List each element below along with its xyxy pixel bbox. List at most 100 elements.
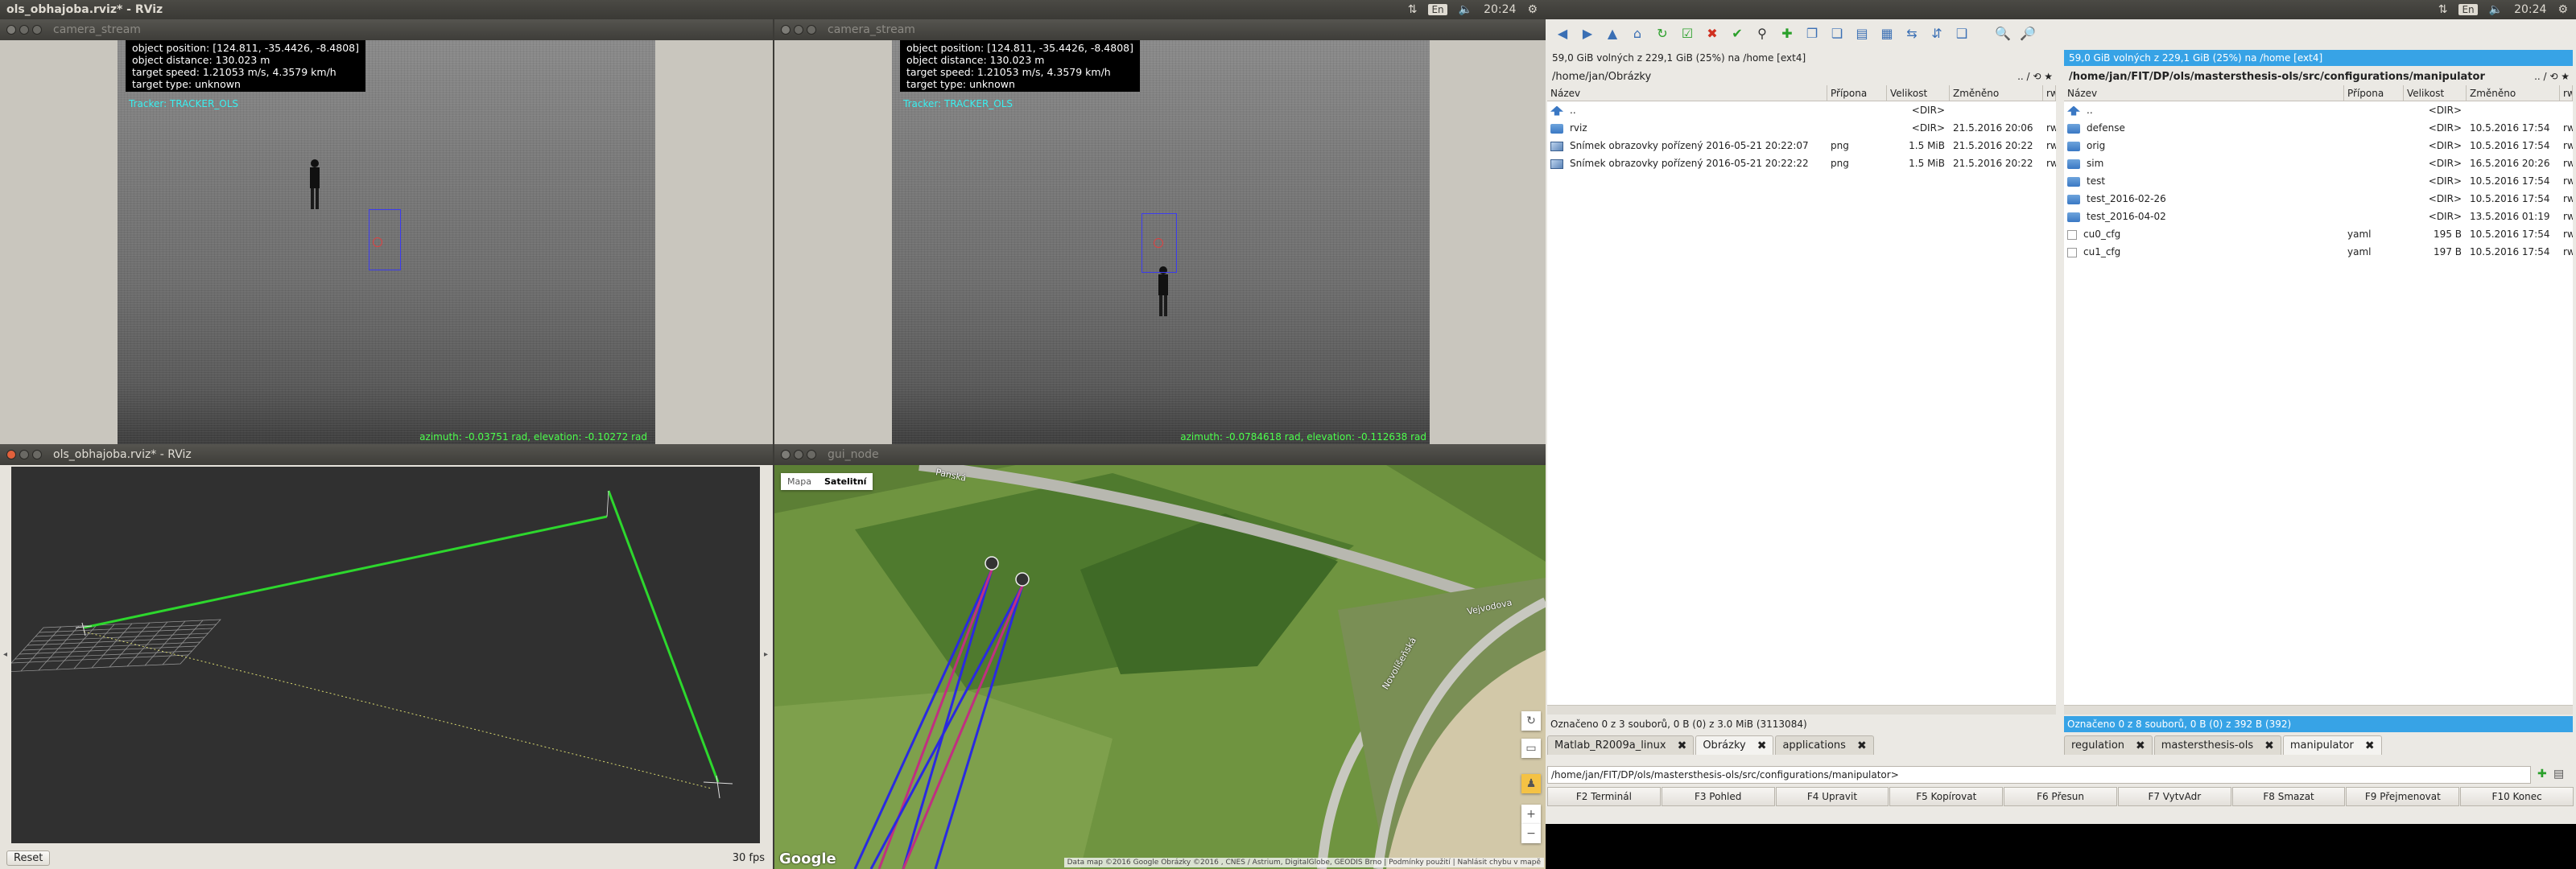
zoom-in-icon[interactable]: + bbox=[1521, 805, 1541, 824]
close-icon[interactable] bbox=[6, 25, 16, 35]
tilt-icon[interactable]: ▭ bbox=[1521, 739, 1541, 758]
col-ext[interactable]: Přípona bbox=[1827, 85, 1887, 101]
file-row[interactable]: orig <DIR> 10.5.2016 17:54 rw bbox=[2064, 137, 2573, 154]
minimize-icon[interactable] bbox=[19, 25, 29, 35]
network-icon[interactable]: ⇅ bbox=[2438, 3, 2448, 16]
settings-gear-icon[interactable]: ⚙ bbox=[2557, 3, 2568, 16]
close-tab-icon[interactable]: ✖ bbox=[1757, 739, 1767, 752]
new-file-icon[interactable]: ✚ bbox=[1777, 23, 1798, 43]
map-type-satellite-button[interactable]: Satelitní bbox=[818, 473, 873, 490]
col-size[interactable]: Velikost bbox=[1887, 85, 1950, 101]
tab-mastersthesis[interactable]: mastersthesis-ols ✖ bbox=[2153, 735, 2281, 755]
close-tab-icon[interactable]: ✖ bbox=[2365, 739, 2375, 752]
col-date[interactable]: Změněno bbox=[1950, 85, 2043, 101]
file-row[interactable]: Snímek obrazovky pořízený 2016-05-21 20:… bbox=[1547, 154, 2056, 172]
close-tab-icon[interactable]: ✖ bbox=[2264, 739, 2274, 752]
maximize-icon[interactable] bbox=[32, 450, 42, 459]
file-row[interactable]: test <DIR> 10.5.2016 17:54 rw bbox=[2064, 172, 2573, 190]
col-name[interactable]: Název bbox=[2064, 85, 2344, 101]
maximize-icon[interactable] bbox=[807, 25, 816, 35]
forward-icon[interactable]: ▶ bbox=[1577, 23, 1598, 43]
right-file-panel[interactable]: Název Přípona Velikost Změněno rw .. <DIR… bbox=[2064, 85, 2573, 705]
file-row[interactable]: cu1_cfg yaml 197 B 10.5.2016 17:54 rw bbox=[2064, 243, 2573, 261]
f10-quit-button[interactable]: F10 Konec bbox=[2460, 787, 2574, 806]
zoom-out-icon[interactable]: − bbox=[1521, 824, 1541, 843]
clipboard-icon[interactable]: ❑ bbox=[1951, 23, 1972, 43]
volume-icon[interactable]: 🔈 bbox=[1459, 3, 1472, 16]
close-icon[interactable] bbox=[6, 450, 16, 459]
close-icon[interactable] bbox=[781, 450, 791, 459]
terminal-icon[interactable]: ▤ bbox=[1852, 23, 1872, 43]
compare-icon[interactable]: ⇆ bbox=[1901, 23, 1922, 43]
select-all-icon[interactable]: ☑ bbox=[1677, 23, 1698, 43]
reset-button[interactable]: Reset bbox=[6, 850, 51, 866]
f9-rename-button[interactable]: F9 Přejmenovat bbox=[2346, 787, 2460, 806]
file-row[interactable]: cu0_cfg yaml 195 B 10.5.2016 17:54 rw bbox=[2064, 225, 2573, 243]
close-icon[interactable] bbox=[781, 25, 791, 35]
close-tab-icon[interactable]: ✖ bbox=[1678, 739, 1687, 752]
right-path-bar[interactable]: /home/jan/FIT/DP/ols/mastersthesis-ols/s… bbox=[2064, 68, 2573, 85]
home-icon[interactable]: ⌂ bbox=[1627, 23, 1648, 43]
clock[interactable]: 20:24 bbox=[1484, 3, 1516, 16]
f3-view-button[interactable]: F3 Pohled bbox=[1661, 787, 1775, 806]
f7-mkdir-button[interactable]: F7 VytvAdr bbox=[2117, 787, 2231, 806]
minimize-icon[interactable] bbox=[794, 25, 803, 35]
col-date[interactable]: Změněno bbox=[2467, 85, 2560, 101]
unselect-icon[interactable]: ✖ bbox=[1702, 23, 1723, 43]
copy-icon[interactable]: ❐ bbox=[1802, 23, 1823, 43]
file-row[interactable]: test_2016-02-26 <DIR> 10.5.2016 17:54 rw bbox=[2064, 190, 2573, 208]
f2-terminal-button[interactable]: F2 Terminál bbox=[1547, 787, 1661, 806]
map-type-map-button[interactable]: Mapa bbox=[781, 473, 818, 490]
satellite-map[interactable]: Panská Vejvodova Novolíšeňská Mapa Satel… bbox=[774, 465, 1546, 869]
map-attribution[interactable]: Data map ©2016 Google Obrázky ©2016 , CN… bbox=[1063, 858, 1544, 867]
search-files-icon[interactable]: ⚲ bbox=[1752, 23, 1773, 43]
tab-regulation[interactable]: regulation ✖ bbox=[2064, 735, 2153, 755]
left-path[interactable]: /home/jan/Obrázky bbox=[1552, 71, 1651, 83]
back-icon[interactable]: ◀ bbox=[1552, 23, 1573, 43]
f4-edit-button[interactable]: F4 Upravit bbox=[1775, 787, 1889, 806]
maximize-icon[interactable] bbox=[32, 25, 42, 35]
file-row[interactable]: defense <DIR> 10.5.2016 17:54 rw bbox=[2064, 119, 2573, 137]
refresh-icon[interactable]: ↻ bbox=[1652, 23, 1673, 43]
favorites-icon[interactable]: .. / ⟲ ★ bbox=[2017, 71, 2056, 82]
f6-move-button[interactable]: F6 Přesun bbox=[2004, 787, 2117, 806]
right-path[interactable]: /home/jan/FIT/DP/ols/mastersthesis-ols/s… bbox=[2069, 71, 2485, 83]
pegman-icon[interactable]: ♟ bbox=[1521, 774, 1541, 793]
camera-stream-2-titlebar[interactable]: camera_stream bbox=[774, 19, 1546, 40]
view-icon[interactable]: ▦ bbox=[1876, 23, 1897, 43]
rviz-3d-view[interactable] bbox=[11, 467, 760, 843]
rviz-titlebar[interactable]: ols_obhajoba.rviz* - RViz bbox=[0, 444, 773, 465]
clock[interactable]: 20:24 bbox=[2514, 3, 2546, 16]
favorites-icon[interactable]: .. / ⟲ ★ bbox=[2534, 71, 2573, 82]
minimize-icon[interactable] bbox=[19, 450, 29, 459]
col-attr[interactable]: rw bbox=[2560, 85, 2573, 101]
file-row[interactable]: .. <DIR> bbox=[1547, 101, 2056, 119]
paste-icon[interactable]: ❏ bbox=[1827, 23, 1847, 43]
left-splitter-handle[interactable]: ◂ bbox=[3, 650, 7, 659]
sync-icon[interactable]: ⇵ bbox=[1926, 23, 1947, 43]
terminal-icon[interactable]: ▤ bbox=[2553, 768, 2564, 780]
left-file-panel[interactable]: Název Přípona Velikost Změněno rw .. <DIR… bbox=[1547, 85, 2056, 705]
command-line-input[interactable]: /home/jan/FIT/DP/ols/mastersthesis-ols/s… bbox=[1547, 766, 2531, 784]
maximize-icon[interactable] bbox=[807, 450, 816, 459]
rotate-icon[interactable]: ↻ bbox=[1521, 711, 1541, 731]
left-path-bar[interactable]: /home/jan/Obrázky .. / ⟲ ★ bbox=[1547, 68, 2056, 85]
tab-applications[interactable]: applications ✖ bbox=[1775, 735, 1874, 755]
network-icon[interactable]: ⇅ bbox=[1408, 3, 1418, 16]
parent-dir-icon[interactable]: ▲ bbox=[1602, 23, 1623, 43]
file-row[interactable]: sim <DIR> 16.5.2016 20:26 rw bbox=[2064, 154, 2573, 172]
right-splitter-handle[interactable]: ▸ bbox=[764, 650, 768, 659]
settings-gear-icon[interactable]: ⚙ bbox=[1527, 3, 1538, 16]
close-tab-icon[interactable]: ✖ bbox=[2136, 739, 2145, 752]
tab-obrazky[interactable]: Obrázky ✖ bbox=[1695, 735, 1774, 755]
close-tab-icon[interactable]: ✖ bbox=[1857, 739, 1867, 752]
file-row[interactable]: .. <DIR> bbox=[2064, 101, 2573, 119]
left-horizontal-scrollbar[interactable] bbox=[1547, 705, 2056, 715]
keyboard-layout-indicator[interactable]: En bbox=[1428, 4, 1447, 15]
invert-selection-icon[interactable]: ✔ bbox=[1727, 23, 1748, 43]
col-size[interactable]: Velikost bbox=[2404, 85, 2467, 101]
minimize-icon[interactable] bbox=[794, 450, 803, 459]
col-attr[interactable]: rw bbox=[2043, 85, 2056, 101]
tab-matlab[interactable]: Matlab_R2009a_linux ✖ bbox=[1547, 735, 1695, 755]
tab-manipulator[interactable]: manipulator ✖ bbox=[2282, 735, 2382, 755]
